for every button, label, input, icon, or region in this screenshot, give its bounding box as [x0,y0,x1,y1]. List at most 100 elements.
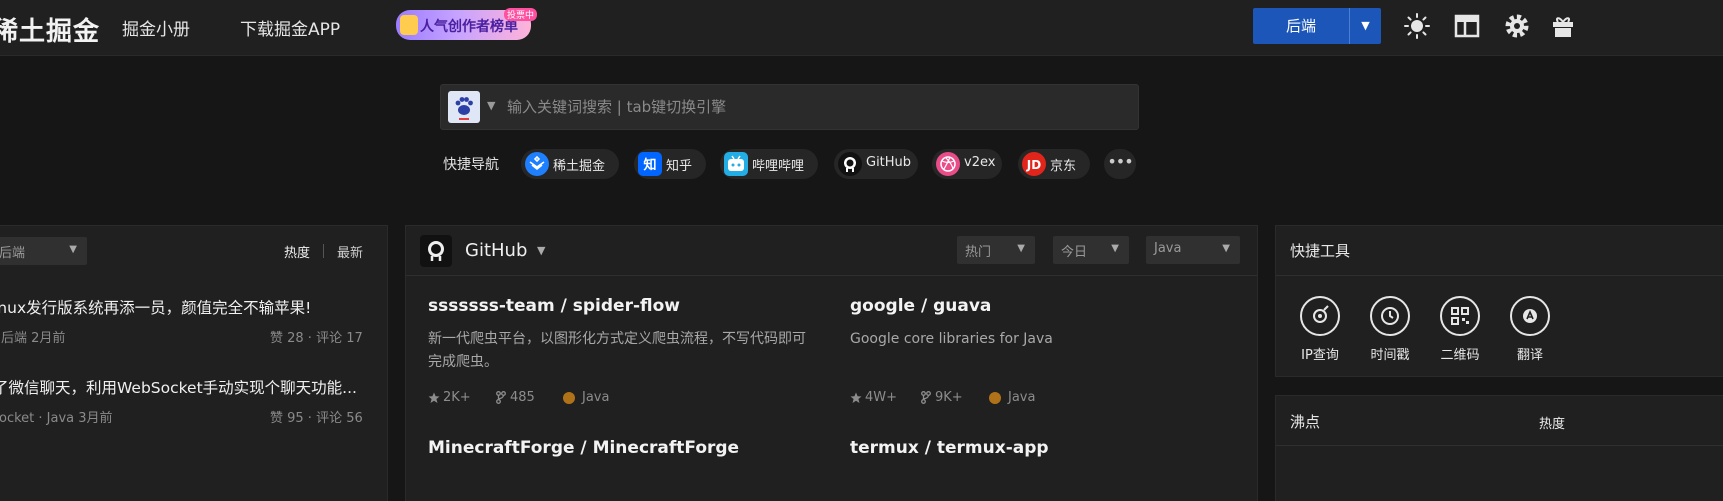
site-logo[interactable]: 稀土掘金 [0,11,100,48]
quick-nav-label: 京东 [1050,159,1077,174]
zhihu-icon: 知 [638,152,662,176]
chevron-down-icon: ▼ [1222,243,1230,254]
quick-nav-juejin[interactable]: 稀土掘金 [521,149,619,179]
star-icon [850,392,862,403]
category-select[interactable]: 后端 ▼ [0,237,87,265]
article-title[interactable]: inux发行版系统再添一员，颜值完全不输苹果! [0,296,311,318]
banner-badge: 投票中 [504,8,538,21]
tab-divider [323,244,324,258]
panel-title: 沸点 [1290,413,1321,431]
fork-icon [921,391,931,404]
sort-select-value: 热门 [965,245,992,260]
panel-divider [1276,275,1723,276]
tool-label: 时间戳 [1370,348,1410,363]
sort-select[interactable]: 热门 ▼ [957,236,1035,264]
baidu-paw-icon[interactable] [448,91,480,123]
panel-title[interactable]: GitHub [465,240,527,261]
dribbble-icon [936,152,960,176]
quick-nav-label: 稀土掘金 [553,159,606,174]
quick-nav-label: v2ex [964,155,996,170]
repo-forks: 485 [510,390,535,405]
quick-nav-bilibili[interactable]: 哔哩哔哩 [720,149,818,179]
tab-hot[interactable]: 热度 [1539,413,1565,432]
nav-link-download-app[interactable]: 下载掘金APP [240,15,340,40]
tool-translate[interactable]: 翻译 [1500,296,1560,363]
tool-label: IP查询 [1301,348,1339,363]
quick-nav-label: 哔哩哔哩 [752,159,805,174]
quick-nav-jd[interactable]: JD 京东 [1018,149,1090,179]
repo-stars: 2K+ [443,390,471,405]
engine-caret-icon[interactable]: ▼ [487,99,495,112]
tool-timestamp[interactable]: 时间戳 [1360,296,1420,363]
language-select[interactable]: Java ▼ [1146,236,1240,264]
chevron-down-icon[interactable]: ▼ [1350,8,1381,44]
pins-panel: 沸点 热度 [1275,395,1723,501]
panel-divider [1276,445,1723,446]
quick-tools-panel: 快捷工具 IP查询 时间戳 二维码 翻译 [1275,225,1723,377]
language-dot [989,392,1001,404]
github-icon [838,152,862,176]
gear-icon[interactable] [1503,12,1531,40]
svg-text:JD: JD [1026,158,1041,172]
repo-forks: 9K+ [935,390,963,405]
period-select[interactable]: 今日 ▼ [1053,236,1129,264]
category-label: 后端 [1285,17,1316,35]
article-stats: 赞 28 · 评论 17 [270,331,363,346]
repo-description: 新一代爬虫平台，以图形化方式定义爬虫流程，不写代码即可完成爬虫。 [428,331,806,370]
period-select-value: 今日 [1061,245,1088,260]
article-list-panel: 后端 ▼ 热度 最新 inux发行版系统再添一员，颜值完全不输苹果! 后端 2月… [0,225,388,501]
repo-language: Java [1008,390,1036,405]
article-meta: ocket · Java 3月前 [0,411,113,426]
nav-link-booklet[interactable]: 掘金小册 [122,15,190,40]
quick-nav-label: GitHub [866,155,912,170]
chevron-down-icon: ▼ [69,244,77,255]
banner-label: 人气创作者榜单 [420,19,518,35]
tab-hot[interactable]: 热度 [284,242,310,261]
tool-qrcode[interactable]: 二维码 [1430,296,1490,363]
category-dropdown[interactable]: 后端 ▼ [1253,8,1381,44]
qrcode-icon [1440,296,1480,336]
quick-nav-v2ex[interactable]: v2ex [932,149,1002,179]
chevron-down-icon[interactable]: ▼ [537,244,545,257]
jd-icon: JD [1022,152,1046,176]
star-icon [428,392,440,403]
category-select-value: 后端 [0,246,26,261]
quick-nav-zhihu[interactable]: 知 知乎 [634,149,706,179]
more-dots-icon[interactable]: ••• [1104,149,1136,179]
quick-nav-github[interactable]: GitHub [834,149,918,179]
repo-stars: 4W+ [865,390,898,405]
juejin-icon [525,152,549,176]
ip-location-icon [1300,296,1340,336]
gift-icon[interactable] [1549,12,1577,40]
sun-icon[interactable] [1403,12,1431,40]
trophy-icon [400,15,418,35]
article-title[interactable]: 了微信聊天，利用WebSocket手动实现个聊天功能... [0,376,357,398]
repo-name[interactable]: termux / termux-app [850,438,1049,458]
github-trending-panel: GitHub ▼ 热门 ▼ 今日 ▼ Java ▼ sssssss-team /… [405,225,1258,501]
timestamp-clock-icon [1370,296,1410,336]
chevron-down-icon: ▼ [1017,243,1025,254]
repo-name[interactable]: google / guava [850,296,991,316]
tab-latest[interactable]: 最新 [337,242,363,261]
repo-name[interactable]: sssssss-team / spider-flow [428,296,680,316]
bilibili-icon [724,152,748,176]
tool-label: 翻译 [1516,348,1543,363]
tool-ip-lookup[interactable]: IP查询 [1290,296,1350,363]
fork-icon [496,391,506,404]
github-icon [420,235,452,267]
repo-name[interactable]: MinecraftForge / MinecraftForge [428,438,739,458]
svg-text:知: 知 [643,157,656,173]
layout-icon[interactable] [1453,12,1481,40]
article-meta: 后端 2月前 [1,331,66,346]
quick-nav-label: 快捷导航 [443,157,499,173]
chevron-down-icon: ▼ [1111,243,1119,254]
creator-ranking-banner[interactable]: 人气创作者榜单 投票中 [396,8,538,40]
tool-label: 二维码 [1440,348,1480,363]
language-dot [563,392,575,404]
repo-language: Java [582,390,610,405]
article-stats: 赞 95 · 评论 56 [270,411,363,426]
repo-description: Google core libraries for Java [850,331,1053,347]
search-bar: ▼ [440,84,1139,130]
top-navbar: 稀土掘金 掘金小册 下载掘金APP 人气创作者榜单 投票中 后端 ▼ [0,0,1723,56]
search-input[interactable] [507,86,1107,128]
